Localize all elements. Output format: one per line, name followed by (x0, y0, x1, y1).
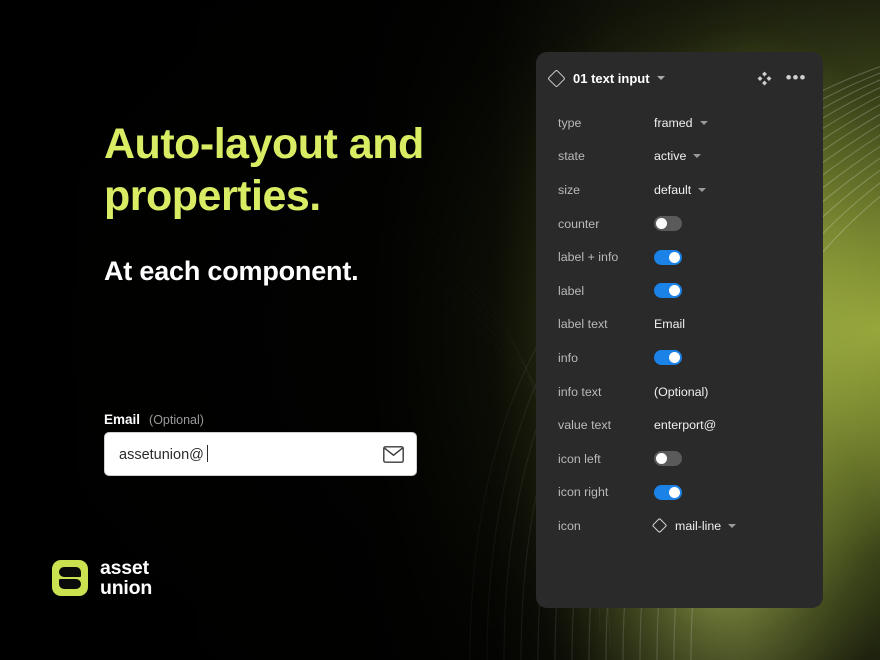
logo-mark-icon (52, 560, 88, 597)
property-label: value text (558, 418, 612, 433)
property-toggle[interactable] (654, 484, 682, 500)
property-value[interactable]: active (654, 149, 702, 164)
property-value-text: Email (654, 317, 685, 332)
property-value-text: framed (654, 115, 693, 130)
component-icon[interactable] (753, 67, 775, 89)
property-value[interactable]: default (654, 182, 707, 197)
property-value-text: mail-line (675, 518, 722, 533)
property-label: info text (558, 384, 602, 399)
property-label: label + info (558, 250, 619, 265)
property-value: enterport@ (654, 418, 716, 432)
page-subtitle: At each component. (104, 256, 359, 286)
logo-line-1: asset (100, 557, 149, 579)
component-diamond-icon (547, 68, 566, 88)
chevron-down-icon[interactable] (728, 523, 737, 528)
email-input-value: assetunion@ (119, 445, 382, 463)
property-row: state active (536, 140, 823, 174)
property-label: icon right (558, 485, 609, 500)
property-value-text: default (654, 182, 692, 197)
text-caret (206, 445, 208, 462)
property-row: icon mail-line (536, 509, 823, 543)
chevron-down-icon[interactable] (693, 154, 702, 159)
property-value: (Optional) (654, 385, 708, 399)
email-field-optional-text: (Optional) (149, 413, 204, 427)
property-row: icon right (536, 476, 823, 510)
property-value-text: active (654, 149, 687, 164)
toggle-knob (669, 251, 680, 263)
property-row: icon left (536, 442, 823, 476)
properties-panel-header: 01 text input ••• (536, 52, 823, 104)
email-field-label-group: Email (Optional) (104, 412, 204, 427)
property-label: counter (558, 216, 600, 231)
mail-line-icon[interactable] (382, 443, 404, 465)
property-row: label (536, 274, 823, 308)
property-value[interactable]: framed (654, 116, 708, 130)
property-value-text: (Optional) (654, 384, 709, 399)
property-toggle[interactable] (654, 350, 682, 366)
property-row: size default (536, 173, 823, 207)
value-diamond-icon (651, 518, 668, 534)
property-value[interactable]: mail-line (651, 518, 737, 534)
headline-line-2: properties. (104, 172, 321, 221)
page-title: Auto-layout and properties. (104, 118, 524, 223)
property-row: info (536, 341, 823, 375)
property-label: icon (558, 518, 581, 533)
property-row: label text Email (536, 308, 823, 342)
property-toggle[interactable] (654, 249, 682, 265)
property-row: info text (Optional) (536, 375, 823, 409)
toggle-knob (656, 218, 667, 230)
property-row: type framed (536, 106, 823, 140)
property-label: icon left (558, 451, 601, 466)
property-label: label (558, 283, 585, 298)
property-row: counter (536, 207, 823, 241)
headline-line-1: Auto-layout and (104, 120, 424, 168)
toggle-knob (669, 352, 680, 364)
property-row: value text enterport@ (536, 408, 823, 442)
toggle-knob (656, 453, 667, 465)
property-label: size (558, 182, 581, 197)
property-toggle[interactable] (654, 283, 682, 299)
more-options-icon[interactable]: ••• (785, 67, 807, 89)
property-row: label + info (536, 240, 823, 274)
property-value-text: enterport@ (654, 418, 717, 433)
brand-logo: asset union (52, 558, 152, 599)
property-label: info (558, 350, 578, 365)
logo-line-2: union (100, 577, 153, 600)
properties-rows: type framed state active size default counter l… (536, 104, 823, 543)
toggle-knob (669, 285, 680, 297)
property-label: label text (558, 317, 608, 332)
property-value: Email (654, 317, 685, 331)
property-label: state (558, 149, 585, 164)
email-input[interactable]: assetunion@ (104, 432, 417, 476)
property-label: type (558, 115, 582, 130)
email-field-label: Email (104, 412, 141, 427)
chevron-down-icon[interactable] (699, 120, 708, 125)
toggle-knob (669, 486, 680, 498)
properties-panel-title: 01 text input (573, 70, 650, 86)
chevron-down-icon[interactable] (698, 187, 707, 192)
chevron-down-icon[interactable] (656, 76, 665, 80)
property-toggle[interactable] (654, 451, 682, 467)
logo-wordmark: asset union (100, 558, 152, 599)
property-toggle[interactable] (654, 216, 682, 232)
properties-panel: 01 text input ••• type framed state active s… (536, 52, 823, 608)
screenshot-stage: Auto-layout and properties. At each comp… (0, 0, 880, 660)
